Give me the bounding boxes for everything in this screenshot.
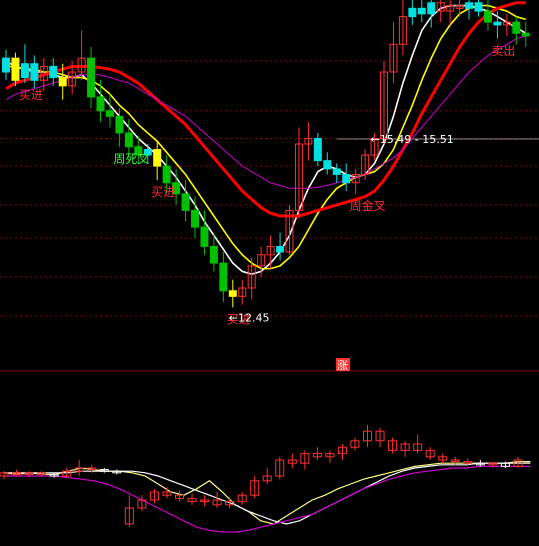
signal-label: 周金叉 <box>350 198 386 213</box>
candle-body <box>181 193 190 211</box>
indicator-badge: 涨 <box>337 359 348 372</box>
candle-body <box>115 115 124 134</box>
candle-body <box>483 10 492 23</box>
ma-red-line <box>5 1 526 218</box>
candle-body <box>465 2 474 9</box>
signal-label: 买进 <box>19 88 43 102</box>
candle-body <box>49 65 58 79</box>
chart-stage: 买进 周死叉 买进 买进 周金叉 卖出 ←12.45 ←15.49 - 15.51 涨 <box>0 0 539 546</box>
ma-purple-line <box>5 35 526 189</box>
candle-body <box>11 57 20 81</box>
stock-chart: 买进周死叉买进买进周金叉卖出←12.45←15.49 - 15.51涨 <box>0 0 539 533</box>
candle-body <box>96 96 105 112</box>
signal-label: 买进 <box>151 185 175 199</box>
candle-body <box>87 57 96 98</box>
candle-body <box>2 57 10 73</box>
candle-body <box>417 7 426 15</box>
candle-body <box>219 262 228 292</box>
candle-body <box>332 168 341 175</box>
candle-body <box>313 137 322 162</box>
candle-body <box>276 245 285 253</box>
candle-body <box>493 21 502 26</box>
price-label: ←15.49 - 15.51 <box>371 133 454 146</box>
candle-body <box>228 290 237 297</box>
candle-body <box>474 2 483 12</box>
signal-label: 周死叉 <box>113 152 149 166</box>
signal-label: 卖出 <box>491 44 515 58</box>
candle-body <box>521 32 530 37</box>
price-label: ←12.45 <box>229 311 270 324</box>
candle-body <box>105 110 114 117</box>
candle-body <box>162 165 171 184</box>
candle-body <box>512 21 521 34</box>
candle-body <box>342 173 351 184</box>
candle-body <box>30 63 39 81</box>
candle-body <box>20 63 29 79</box>
candle-body <box>153 149 162 167</box>
candle-body <box>200 226 209 247</box>
candle-body <box>124 132 133 148</box>
candle-body <box>191 209 199 228</box>
candle-body <box>58 77 67 87</box>
candle-body <box>323 160 332 170</box>
candle-body <box>427 2 436 15</box>
candle-body <box>408 7 417 18</box>
candle-body <box>209 245 218 264</box>
